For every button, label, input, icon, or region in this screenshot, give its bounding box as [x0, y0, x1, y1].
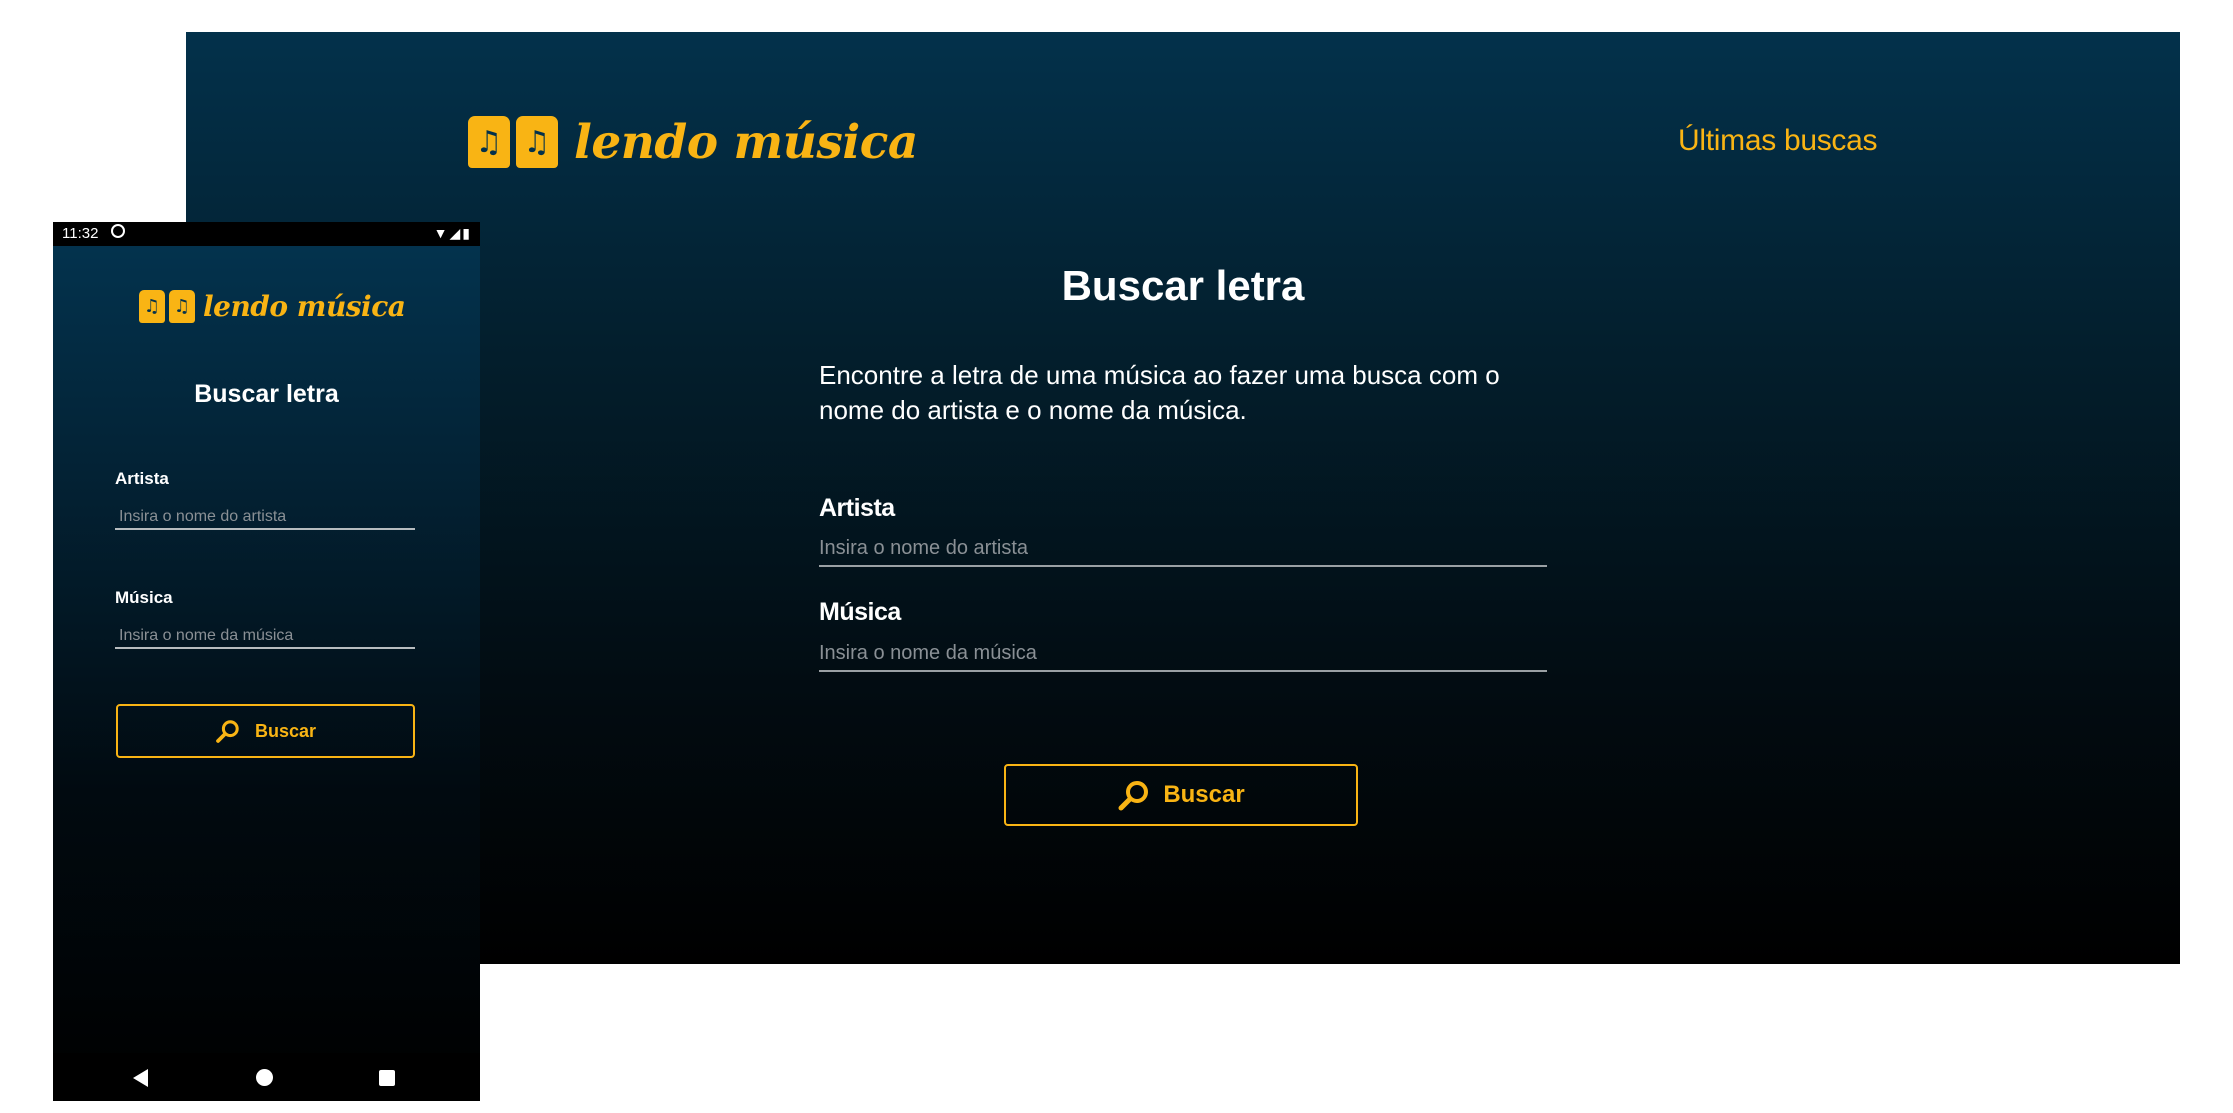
search-button[interactable]: Buscar — [1004, 764, 1358, 826]
battery-icon: ▮ — [462, 225, 472, 241]
back-icon[interactable] — [133, 1069, 148, 1087]
android-nav-bar — [53, 1053, 480, 1101]
signal-icon: ◢ — [449, 225, 463, 241]
page-title: Buscar letra — [1061, 262, 1305, 309]
page-title: Buscar letra — [194, 380, 339, 408]
mobile-screen: 11:32 ▼◢▮ ♫ ♫ lendo música Buscar letra … — [53, 222, 480, 1101]
recent-apps-icon[interactable] — [379, 1070, 395, 1086]
status-bar: 11:32 ▼◢▮ — [53, 222, 480, 246]
book-logo-icon: ♫ ♫ — [139, 290, 195, 323]
desktop-screen: ♫ ♫ lendo música Últimas buscas Buscar l… — [186, 32, 2180, 964]
wifi-icon: ▼ — [433, 225, 450, 241]
search-button-label: Buscar — [1163, 781, 1245, 808]
music-note-icon: ♫ — [468, 116, 510, 168]
logo[interactable]: ♫ ♫ lendo música — [139, 290, 406, 323]
logo-text: lendo música — [574, 114, 918, 170]
artist-label: Artista — [115, 469, 169, 488]
artist-label: Artista — [819, 494, 895, 522]
music-note-icon: ♫ — [169, 290, 195, 323]
song-input[interactable] — [819, 636, 1547, 672]
status-time: 11:32 — [62, 225, 99, 242]
search-icon — [1118, 781, 1149, 811]
home-icon[interactable] — [256, 1069, 273, 1086]
search-button-label: Buscar — [254, 720, 317, 741]
book-logo-icon: ♫ ♫ — [468, 116, 558, 168]
sync-icon — [111, 224, 125, 238]
artist-input[interactable] — [819, 531, 1547, 567]
song-label: Música — [115, 588, 173, 607]
logo-text: lendo música — [203, 290, 406, 323]
music-note-icon: ♫ — [139, 290, 165, 323]
song-label: Música — [819, 598, 901, 626]
artist-input[interactable] — [115, 506, 415, 530]
song-input[interactable] — [115, 625, 415, 649]
logo[interactable]: ♫ ♫ lendo música — [468, 112, 918, 172]
nav-recent-searches-link[interactable]: Últimas buscas — [1678, 124, 1878, 158]
search-icon — [216, 720, 239, 743]
search-button[interactable]: Buscar — [116, 704, 415, 758]
page-description: Encontre a letra de uma música ao fazer … — [819, 360, 1500, 425]
music-note-icon: ♫ — [516, 116, 558, 168]
